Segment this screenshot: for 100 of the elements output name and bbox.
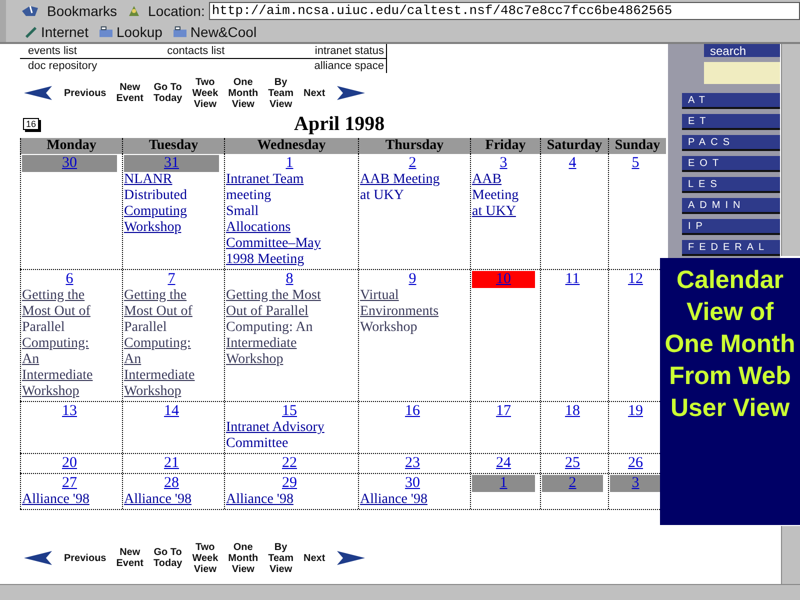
day-number-link[interactable]: 25 <box>565 455 580 471</box>
nav-link[interactable]: Previous <box>64 88 106 98</box>
day-number-link[interactable]: 8 <box>286 271 294 287</box>
nav-link[interactable]: New Event <box>116 547 144 569</box>
event-link[interactable]: Intermediate <box>124 368 195 384</box>
day-number-link[interactable]: 13 <box>62 403 77 419</box>
day-number-link[interactable]: 6 <box>66 271 74 287</box>
event-link[interactable]: Most Out of <box>124 304 192 320</box>
event-link[interactable]: NLANR <box>124 172 172 188</box>
day-number-link[interactable]: 18 <box>565 403 580 419</box>
day-number-link[interactable]: 30 <box>405 475 420 491</box>
event-link[interactable]: Intranet Advisory <box>226 420 324 436</box>
site-link[interactable]: doc repository <box>28 59 98 73</box>
sidebar-button[interactable]: IP <box>682 219 780 235</box>
day-number-link[interactable]: 1 <box>286 155 294 171</box>
nav-link[interactable]: By Team View <box>268 76 294 110</box>
event-link[interactable]: Alliance '98 <box>124 492 192 508</box>
site-link[interactable]: intranet status <box>314 44 384 58</box>
left-arrow-icon[interactable] <box>24 86 54 100</box>
day-number-link[interactable]: 19 <box>628 403 643 419</box>
calendar-icon[interactable]: 16 <box>23 118 40 130</box>
day-number-link[interactable]: 5 <box>632 155 640 171</box>
vertical-scrollbar[interactable] <box>781 44 800 256</box>
vertical-scrollbar[interactable] <box>781 526 800 584</box>
right-arrow-icon[interactable] <box>335 551 366 565</box>
day-number-link[interactable]: 29 <box>282 475 297 491</box>
day-number-link[interactable]: 24 <box>496 455 511 471</box>
site-link[interactable]: alliance space <box>314 59 384 73</box>
nav-link[interactable]: One Month View <box>228 76 258 110</box>
nav-link[interactable]: Two Week View <box>192 542 218 574</box>
day-number-link[interactable]: 28 <box>164 475 179 491</box>
nav-link[interactable]: New Event <box>116 82 144 104</box>
nav-link[interactable]: Two Week View <box>192 76 218 110</box>
sidebar-button[interactable]: ADMIN <box>682 198 780 214</box>
event-link[interactable]: Computing <box>124 204 188 220</box>
bookmarks-button[interactable]: Bookmarks <box>44 2 120 18</box>
event-link[interactable]: Getting the <box>124 288 187 304</box>
day-number-link[interactable]: 15 <box>282 403 297 419</box>
personal-toolbar-button[interactable]: Lookup <box>95 24 166 40</box>
event-link[interactable]: Environments <box>360 304 439 320</box>
nav-link[interactable]: Previous <box>64 552 106 564</box>
event-link[interactable]: An <box>124 352 142 368</box>
nav-link[interactable]: One Month View <box>228 542 258 574</box>
nav-link[interactable]: Next <box>304 88 326 98</box>
event-link[interactable]: AAB Meeting <box>360 172 440 188</box>
event-link[interactable]: Getting the Most <box>226 288 321 304</box>
day-number-link[interactable]: 4 <box>568 155 576 171</box>
horizontal-scrollbar[interactable] <box>0 584 800 600</box>
event-link[interactable]: Alliance '98 <box>226 492 294 508</box>
day-number-link[interactable]: 27 <box>62 475 77 491</box>
day-number-link[interactable]: 21 <box>164 455 179 471</box>
sidebar-button[interactable]: PACS <box>682 135 780 151</box>
site-link[interactable]: events list <box>28 44 77 58</box>
event-link[interactable]: Intermediate <box>226 336 297 352</box>
event-link[interactable]: Intermediate <box>22 368 93 384</box>
right-arrow-icon[interactable] <box>335 86 366 100</box>
day-number-link[interactable]: 20 <box>62 455 77 471</box>
day-number-link[interactable]: 3 <box>500 155 508 171</box>
sidebar-button[interactable]: FEDERAL <box>682 240 780 256</box>
sidebar-button[interactable]: ET <box>682 114 780 130</box>
nav-link[interactable]: Go To Today <box>153 82 182 104</box>
event-link[interactable]: Out of Parallel <box>226 304 308 320</box>
day-number-link[interactable]: 16 <box>405 403 420 419</box>
event-link[interactable]: Allocations <box>226 220 291 236</box>
event-link[interactable]: at UKY <box>472 204 516 220</box>
url-field[interactable]: http://aim.ncsa.uiuc.edu/caltest.nsf/48c7e8cc7fcc6be4862565 <box>208 2 800 20</box>
day-number-link[interactable]: 11 <box>565 271 580 287</box>
nav-link[interactable]: By Team View <box>268 542 294 574</box>
event-link[interactable]: Virtual <box>360 288 399 304</box>
event-link[interactable]: Workshop <box>124 384 182 400</box>
left-arrow-icon[interactable] <box>24 551 54 565</box>
day-number-link[interactable]: 12 <box>628 271 643 287</box>
event-link[interactable]: Computing: <box>124 336 191 352</box>
event-link[interactable]: Getting the <box>22 288 85 304</box>
event-link[interactable]: An <box>22 352 40 368</box>
personal-toolbar-button[interactable]: Internet <box>20 24 92 40</box>
personal-toolbar-button[interactable]: New&Cool <box>169 24 260 40</box>
day-number-link[interactable]: 23 <box>405 455 420 471</box>
site-link[interactable]: contacts list <box>167 44 225 58</box>
search-field[interactable] <box>704 62 780 84</box>
sidebar-button[interactable]: EOT <box>682 156 780 172</box>
day-number-link[interactable]: 26 <box>628 455 643 471</box>
day-number-link[interactable]: 14 <box>164 403 179 419</box>
search-button[interactable]: search <box>704 44 780 57</box>
event-link[interactable]: Intranet Team <box>226 172 304 188</box>
sidebar-button[interactable]: AT <box>682 93 780 109</box>
day-number-link[interactable]: 2 <box>408 155 416 171</box>
event-link[interactable]: Most Out of <box>22 304 90 320</box>
event-link[interactable]: Computing: <box>22 336 89 352</box>
event-link[interactable]: 1998 Meeting <box>226 252 304 268</box>
event-link[interactable]: Alliance '98 <box>360 492 428 508</box>
event-link[interactable]: Alliance '98 <box>22 492 90 508</box>
day-number-link[interactable]: 9 <box>408 271 416 287</box>
event-link[interactable]: Workshop <box>22 384 80 400</box>
nav-link[interactable]: Go To Today <box>153 547 182 569</box>
event-link[interactable]: Workshop <box>124 220 182 236</box>
sidebar-button[interactable]: LES <box>682 177 780 193</box>
day-number-link[interactable]: 22 <box>282 455 297 471</box>
day-number-link[interactable]: 17 <box>496 403 511 419</box>
event-link[interactable]: Committee–May <box>226 236 321 252</box>
